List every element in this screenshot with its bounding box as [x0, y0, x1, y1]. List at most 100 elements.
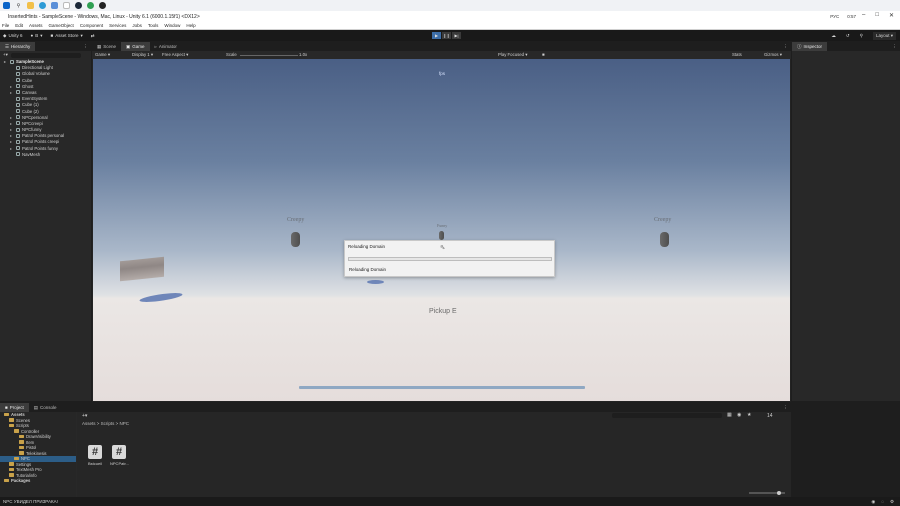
game-icon: ▣ — [126, 43, 131, 49]
npc-creepy-left — [291, 232, 300, 247]
tab-scene[interactable]: ▦ Scene — [92, 42, 121, 51]
menu-tools[interactable]: Tools — [148, 23, 159, 28]
menu-bar: File Edit Assets GameObject Component Se… — [0, 22, 900, 30]
icon-size-slider[interactable] — [749, 490, 785, 495]
play-focus-dropdown[interactable]: Play Focused ▾ — [498, 52, 527, 58]
minimize-icon[interactable]: – — [862, 12, 865, 19]
tab-hierarchy[interactable]: ☰ Hierarchy — [0, 42, 36, 51]
hierarchy-item-label: NPCfunny — [22, 127, 42, 133]
menu-jobs[interactable]: Jobs — [132, 23, 142, 28]
tab-console[interactable]: ▤ Console — [29, 403, 62, 412]
more-options-icon[interactable]: ⋮ — [784, 405, 789, 411]
more-options-icon[interactable]: ⋮ — [893, 44, 898, 50]
menu-edit[interactable]: Edit — [15, 23, 23, 28]
project-folder-item[interactable]: Packages — [0, 478, 76, 484]
menu-window[interactable]: Window — [164, 23, 180, 28]
aspect-dropdown[interactable]: Free Aspect ▾ — [162, 52, 188, 58]
more-options-icon[interactable]: ⋮ — [84, 44, 89, 50]
menu-help[interactable]: Help — [186, 23, 195, 28]
label-icon[interactable]: ◉ — [737, 412, 741, 418]
project-folder-label: TextMesh Pro — [16, 467, 42, 472]
user-icon: ● — [30, 33, 34, 38]
cube-object — [120, 256, 164, 282]
project-folder-label: Item — [26, 439, 35, 445]
gameobject-icon — [16, 84, 20, 89]
console-icon: ▤ — [33, 404, 38, 410]
gameobject-icon — [16, 71, 20, 76]
cloud-icon[interactable]: ☁ — [831, 33, 836, 39]
layout-dropdown[interactable]: Layout ▾ — [872, 32, 896, 40]
menu-gameobject[interactable]: GameObject — [49, 23, 74, 28]
unity-icon[interactable] — [99, 2, 106, 9]
filter-icon[interactable]: ▦ — [727, 412, 732, 418]
hierarchy-item-label: Ghost — [22, 83, 34, 89]
game-view-toolbar: Game ▾ Display 1 ▾ Free Aspect ▾ Scale 1… — [92, 51, 791, 59]
play-button[interactable]: ▶ — [432, 32, 441, 39]
hierarchy-search-row: +▾ — [0, 51, 91, 59]
scale-slider[interactable] — [240, 54, 298, 56]
search-icon[interactable]: ⚲ — [860, 33, 863, 39]
tab-animator[interactable]: ▹ Animator — [150, 42, 182, 51]
toolbar-right: ☁ ↺ ⚲ Layout ▾ — [831, 32, 896, 40]
version-control-icon[interactable]: ⇄ — [91, 33, 95, 39]
project-folder-label: Tutorialinfo — [16, 472, 37, 478]
windows-icon[interactable] — [3, 2, 10, 9]
folder-icon — [14, 456, 19, 461]
shadow-decal — [138, 291, 184, 304]
project-assets-area: +▾ ▦ ◉ ★ 14 Assets > Scripts > NPC # Bst… — [77, 412, 791, 497]
folder-icon — [9, 473, 14, 477]
gameobject-icon — [16, 96, 20, 101]
status-message[interactable]: NPC УВИДЕЛ ПРИЗРАКА! — [3, 499, 58, 504]
history-icon[interactable]: ↺ — [846, 33, 850, 39]
hierarchy-item[interactable]: NavMesh — [0, 152, 91, 158]
breadcrumb[interactable]: Assets > Scripts > NPC — [82, 421, 129, 426]
add-icon[interactable]: +▾ — [82, 413, 87, 419]
hierarchy-search-input[interactable] — [10, 52, 81, 58]
hierarchy-item-label: Directional Light — [22, 65, 53, 71]
script-asset[interactable]: # Bstcueil — [86, 445, 104, 466]
menu-component[interactable]: Component — [80, 23, 103, 28]
clock: 0:57 — [847, 14, 856, 19]
gizmos-button[interactable]: Gizmos ▾ — [764, 52, 782, 58]
project-search-input[interactable] — [612, 413, 722, 418]
tab-project[interactable]: ■ Project — [0, 403, 29, 412]
tab-inspector[interactable]: ⓘ Inspector — [792, 42, 828, 51]
folder-icon — [19, 440, 24, 444]
mute-audio-icon[interactable]: ■ — [542, 52, 545, 57]
game-viewport[interactable]: fps Creepy Funny Creepy Pickup E — [93, 59, 790, 401]
chrome-icon[interactable] — [87, 2, 94, 9]
gameobject-icon — [16, 139, 20, 144]
step-button[interactable]: ▶| — [452, 32, 461, 39]
game-mode-dropdown[interactable]: Game ▾ — [95, 52, 110, 58]
add-icon[interactable]: +▾ — [3, 52, 8, 58]
account-button[interactable]: ◆ Unity 6 — [3, 33, 22, 39]
menu-file[interactable]: File — [2, 23, 9, 28]
cache-icon[interactable]: ◉ — [871, 499, 875, 505]
menu-assets[interactable]: Assets — [29, 23, 43, 28]
store-icon[interactable] — [51, 2, 58, 9]
asset-store-button[interactable]: ■ Asset Store ▾ — [50, 33, 82, 39]
search-icon[interactable]: ⚲ — [15, 2, 22, 9]
list-icon: ☰ — [5, 43, 10, 49]
tab-game[interactable]: ▣ Game — [121, 42, 150, 51]
menu-services[interactable]: Services — [109, 23, 126, 28]
script-asset[interactable]: # NPCPatr... — [110, 445, 129, 466]
game-view-panel: ▦ Scene ▣ Game ▹ Animator ⋮ Game ▾ Display … — [92, 42, 791, 402]
edge-icon[interactable] — [39, 2, 46, 9]
language-indicator[interactable]: РУС — [830, 14, 839, 19]
app-icon[interactable] — [63, 2, 70, 9]
slider-knob[interactable] — [777, 490, 781, 495]
folder-icon[interactable] — [27, 2, 34, 9]
pause-button[interactable]: ❙❙ — [442, 32, 451, 39]
display-dropdown[interactable]: Display 1 ▾ — [132, 52, 153, 58]
stats-button[interactable]: Stats — [732, 52, 742, 57]
settings-icon[interactable]: ⚙ — [890, 499, 894, 505]
main-toolbar: ◆ Unity 6 ● B ▾ ■ Asset Store ▾ ⇄ ▶ ❙❙ ▶| ☁ ↺… — [0, 30, 900, 41]
user-button[interactable]: ● B ▾ — [30, 33, 42, 39]
folder-icon — [19, 434, 24, 439]
maximize-icon[interactable]: □ — [875, 12, 879, 19]
star-icon[interactable]: ★ — [747, 412, 751, 418]
more-options-icon[interactable]: ⋮ — [784, 44, 789, 50]
close-icon[interactable]: ✕ — [889, 12, 894, 19]
steam-icon[interactable] — [75, 2, 82, 9]
